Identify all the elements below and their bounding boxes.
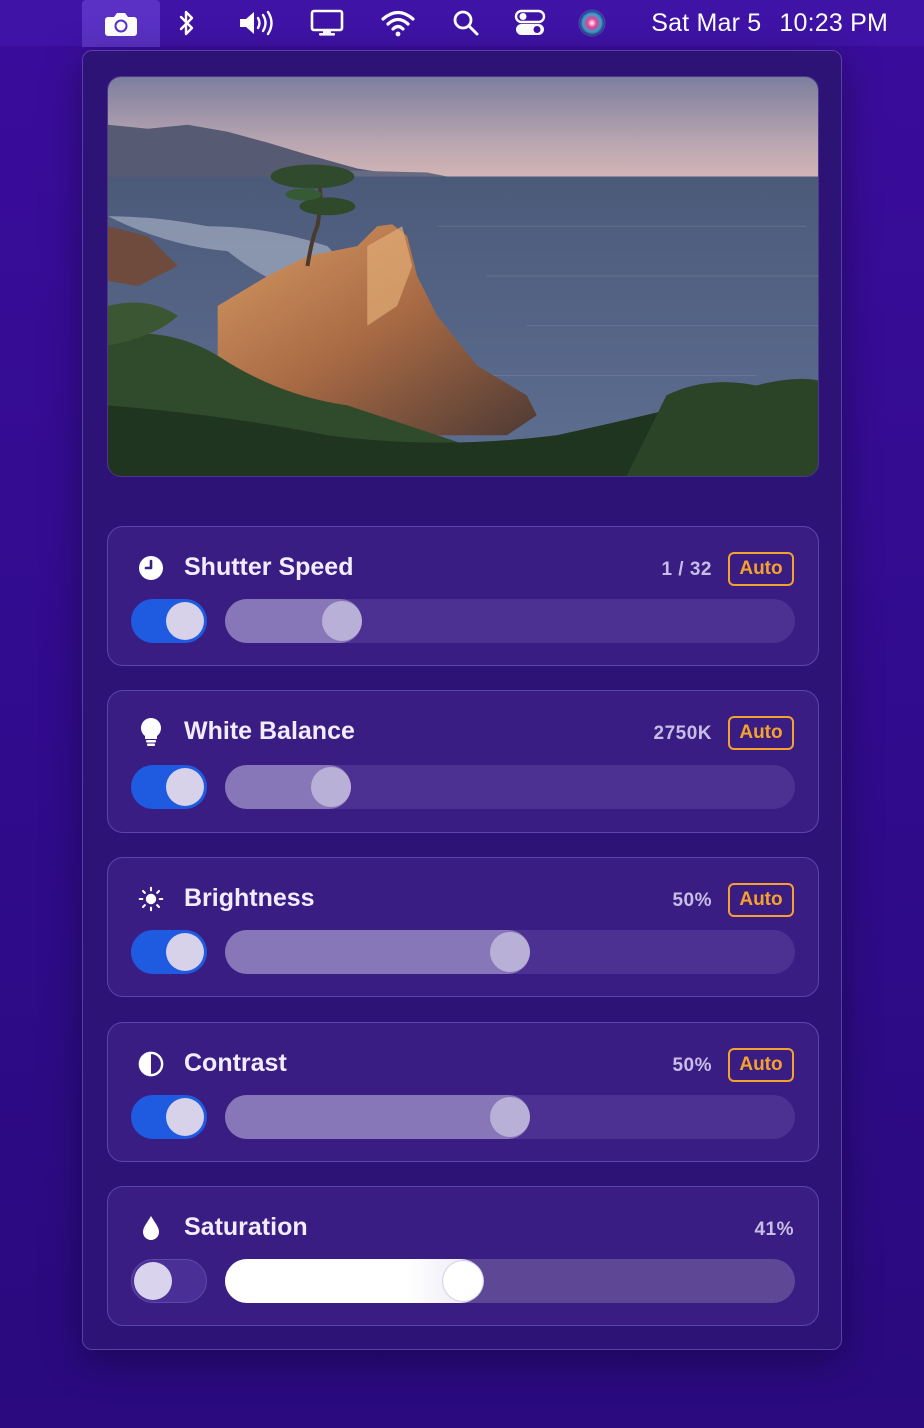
camera-preview-image: [107, 76, 819, 477]
clock-icon: [138, 555, 164, 581]
contrast-auto-button[interactable]: Auto: [728, 1048, 794, 1082]
white-balance-value: 2750K: [653, 723, 712, 744]
contrast-value: 50%: [672, 1055, 712, 1076]
wifi-icon[interactable]: [378, 0, 418, 46]
toggle-knob: [166, 602, 204, 640]
saturation-card: Saturation 41%: [107, 1186, 819, 1326]
toggle-knob: [166, 1098, 204, 1136]
brightness-card: Brightness 50% Auto: [107, 857, 819, 997]
saturation-value: 41%: [754, 1219, 794, 1240]
menu-bar: Sat Mar 5 10:23 PM: [0, 0, 924, 47]
menu-time: 10:23 PM: [779, 8, 888, 37]
shutter-speed-value: 1 / 32: [661, 559, 712, 580]
contrast-title: Contrast: [184, 1049, 287, 1077]
saturation-toggle[interactable]: [131, 1259, 207, 1303]
white-balance-card: White Balance 2750K Auto: [107, 690, 819, 833]
white-balance-title: White Balance: [184, 717, 355, 745]
brightness-value: 50%: [672, 890, 712, 911]
slider-thumb[interactable]: [311, 767, 352, 807]
shutter-speed-toggle[interactable]: [131, 599, 207, 643]
toggle-knob: [166, 768, 204, 806]
white-balance-auto-button[interactable]: Auto: [728, 716, 794, 750]
search-icon[interactable]: [450, 0, 482, 46]
camera-icon[interactable]: [82, 0, 160, 47]
saturation-slider[interactable]: [225, 1259, 795, 1303]
droplet-icon: [138, 1215, 164, 1241]
contrast-icon: [138, 1051, 164, 1077]
white-balance-toggle[interactable]: [131, 765, 207, 809]
shutter-speed-auto-button[interactable]: Auto: [728, 552, 794, 586]
shutter-speed-card: Shutter Speed 1 / 32 Auto: [107, 526, 819, 666]
contrast-toggle[interactable]: [131, 1095, 207, 1139]
siri-icon[interactable]: [576, 0, 608, 46]
toggle-knob: [134, 1262, 172, 1300]
brightness-slider[interactable]: [225, 930, 795, 974]
menu-date: Sat Mar 5: [651, 8, 762, 37]
saturation-title: Saturation: [184, 1213, 308, 1241]
contrast-slider[interactable]: [225, 1095, 795, 1139]
bluetooth-icon[interactable]: [172, 0, 202, 46]
contrast-card: Contrast 50% Auto: [107, 1022, 819, 1162]
sun-icon: [138, 886, 164, 912]
brightness-title: Brightness: [184, 884, 315, 912]
toggle-knob: [166, 933, 204, 971]
slider-fill: [225, 930, 530, 974]
slider-thumb[interactable]: [490, 932, 530, 972]
brightness-auto-button[interactable]: Auto: [728, 883, 794, 917]
lightbulb-icon: [138, 718, 164, 746]
slider-thumb[interactable]: [442, 1261, 483, 1301]
slider-fill: [225, 1095, 530, 1139]
camera-settings-panel: Shutter Speed 1 / 32 Auto White Balance …: [82, 50, 842, 1350]
white-balance-slider[interactable]: [225, 765, 795, 809]
shutter-speed-title: Shutter Speed: [184, 553, 354, 581]
control-center-icon[interactable]: [512, 0, 548, 46]
slider-thumb[interactable]: [490, 1097, 530, 1137]
volume-icon[interactable]: [234, 0, 278, 46]
brightness-toggle[interactable]: [131, 930, 207, 974]
slider-thumb[interactable]: [321, 601, 362, 641]
shutter-speed-slider[interactable]: [225, 599, 795, 643]
menu-clock[interactable]: Sat Mar 5 10:23 PM: [651, 0, 888, 46]
display-icon[interactable]: [308, 0, 346, 46]
